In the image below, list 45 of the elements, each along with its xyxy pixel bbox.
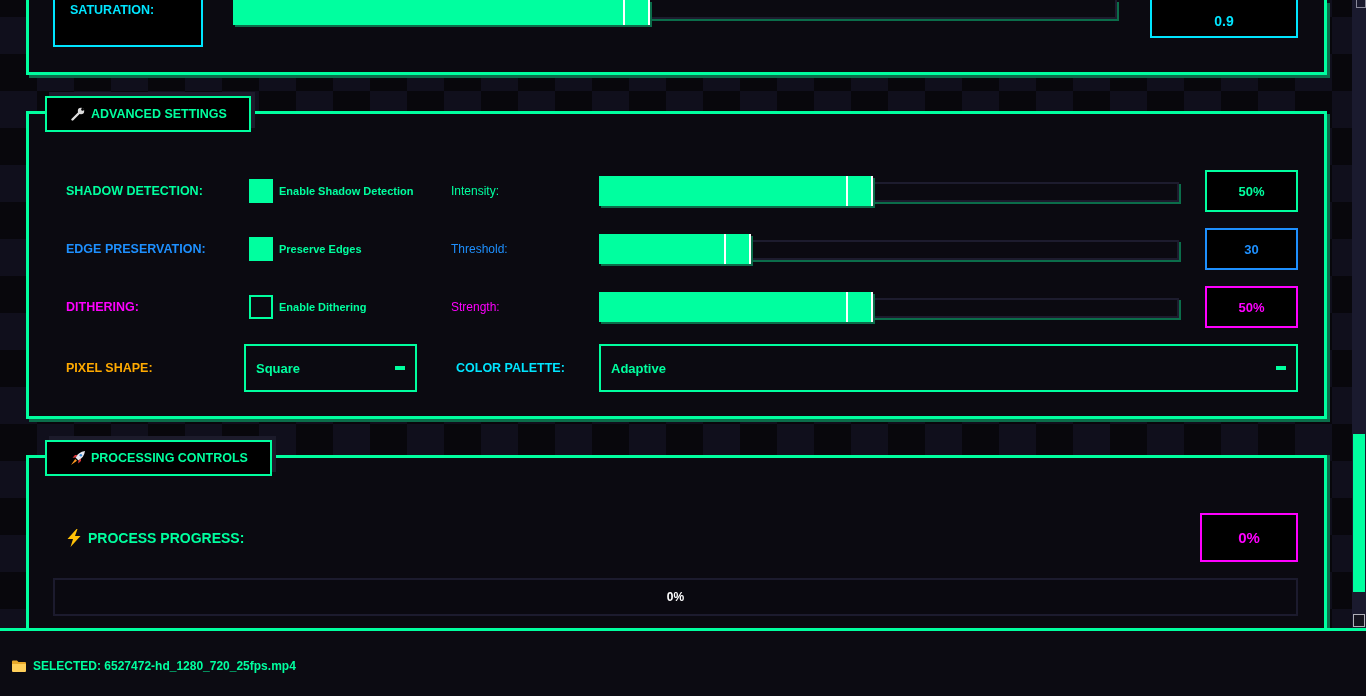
setting-label: PIXEL SHAPE:: [66, 361, 154, 375]
checkbox-label[interactable]: Preserve Edges: [279, 243, 362, 255]
value-display: 0%: [1200, 513, 1298, 562]
dropdown[interactable]: Adaptive: [599, 344, 1298, 392]
progress-label: PROCESS PROGRESS:: [88, 529, 245, 546]
value-display: 0.9: [1150, 0, 1298, 38]
folder-icon: [12, 659, 26, 672]
checkbox-label[interactable]: Enable Shadow Detection: [279, 185, 414, 197]
setting-label: EDGE PRESERVATION:: [66, 242, 207, 256]
slider-track[interactable]: [599, 234, 1182, 264]
section-title: PROCESSING CONTROLS: [91, 451, 248, 465]
dash-icon: [1276, 366, 1286, 370]
slider-label: Threshold:: [451, 242, 509, 256]
wrench-icon: [71, 107, 85, 121]
value-display: 50%: [1205, 286, 1298, 328]
dash-icon: [395, 366, 405, 370]
section-title: ADVANCED SETTINGS: [91, 107, 227, 121]
slider-thumb[interactable]: [622, 0, 650, 25]
scrollbar-thumb[interactable]: [1353, 434, 1365, 592]
checkbox[interactable]: [249, 237, 273, 261]
status-text: SELECTED: 6527472-hd_1280_720_25fps.mp4: [33, 658, 296, 673]
setting-label: DITHERING:: [66, 300, 140, 314]
progress-text: 0%: [666, 590, 685, 604]
slider-track[interactable]: [599, 292, 1182, 322]
slider-track[interactable]: [233, 0, 1120, 25]
slider-thumb[interactable]: [723, 234, 751, 264]
scroll-down-button[interactable]: [1353, 614, 1365, 627]
setting-label: COLOR PALETTE:: [455, 361, 566, 375]
slider-thumb[interactable]: [846, 292, 873, 322]
setting-label: SHADOW DETECTION:: [66, 184, 204, 198]
scrollbar-track[interactable]: [1352, 0, 1366, 628]
checkbox-label[interactable]: Enable Dithering: [279, 301, 367, 313]
value-display: 50%: [1205, 170, 1298, 212]
dropdown[interactable]: Square: [244, 344, 417, 392]
checkbox[interactable]: [249, 179, 273, 203]
rocket-icon: [71, 451, 85, 465]
setting-label: SATURATION:: [53, 0, 203, 47]
slider-track[interactable]: [599, 176, 1182, 206]
lightning-icon: [66, 528, 82, 547]
slider-label: Intensity:: [451, 184, 501, 198]
slider-label: Strength:: [451, 300, 501, 314]
checkbox[interactable]: [249, 295, 273, 319]
value-display: 30: [1205, 228, 1298, 270]
slider-thumb[interactable]: [846, 176, 873, 206]
scroll-up-button[interactable]: [1355, 0, 1366, 8]
